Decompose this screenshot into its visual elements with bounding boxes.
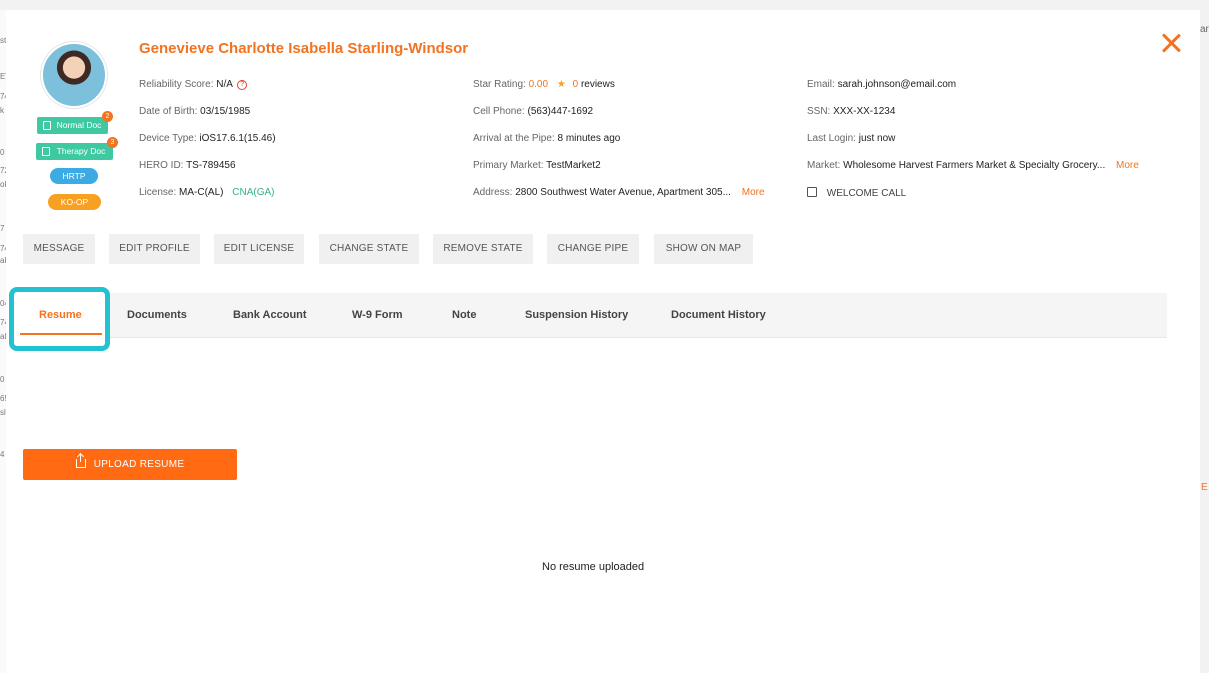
bg-fragment: sl xyxy=(0,408,6,417)
tab-document-history[interactable]: Document History xyxy=(671,293,766,338)
welcome-call[interactable]: WELCOME CALL xyxy=(807,187,906,199)
dob-value: 03/15/1985 xyxy=(200,106,251,117)
upload-icon xyxy=(75,454,86,468)
last-login: Last Login: just now xyxy=(807,133,895,144)
star-rating: Star Rating: 0.00 ★ 0 reviews xyxy=(473,79,615,90)
market: Market: Wholesome Harvest Farmers Market… xyxy=(807,160,1139,171)
reliability-value: N/A xyxy=(216,79,233,90)
koop-badge: KO-OP xyxy=(48,194,101,210)
address-more-link[interactable]: More xyxy=(742,187,765,198)
therapy-doc-label: Therapy Doc xyxy=(56,146,106,156)
tab-suspension-history[interactable]: Suspension History xyxy=(525,293,628,338)
tab-resume[interactable]: Resume xyxy=(39,293,82,338)
show-on-map-button[interactable]: SHOW ON MAP xyxy=(654,234,753,264)
dob-label: Date of Birth: xyxy=(139,106,198,117)
device-value: iOS17.6.1(15.46) xyxy=(199,133,276,144)
address-value: 2800 Southwest Water Avenue, Apartment 3… xyxy=(515,187,731,198)
primary-market: Primary Market: TestMarket2 xyxy=(473,160,601,171)
bg-fragment: 0 xyxy=(0,375,5,384)
empty-state-text: No resume uploaded xyxy=(542,561,645,573)
normal-doc-label: Normal Doc xyxy=(56,120,102,130)
ssn-label: SSN: xyxy=(807,106,831,117)
ssn-value: XXX-XX-1234 xyxy=(833,106,896,117)
reviews-label: reviews xyxy=(580,79,615,90)
market-more-link[interactable]: More xyxy=(1116,160,1139,171)
tab-note[interactable]: Note xyxy=(452,293,476,338)
upload-resume-button[interactable]: UPLOAD RESUME xyxy=(23,449,237,480)
bg-fragment: 7 xyxy=(0,224,5,233)
address-label: Address: xyxy=(473,187,513,198)
login-value: just now xyxy=(858,133,896,144)
message-button[interactable]: MESSAGE xyxy=(23,234,95,264)
profile-name: Genevieve Charlotte Isabella Starling-Wi… xyxy=(139,40,469,57)
hero-label: HERO ID: xyxy=(139,160,184,171)
remove-state-button[interactable]: REMOVE STATE xyxy=(433,234,533,264)
edit-profile-button[interactable]: EDIT PROFILE xyxy=(109,234,200,264)
tab-w9-form[interactable]: W-9 Form xyxy=(352,293,403,338)
market-value: Wholesome Harvest Farmers Market & Speci… xyxy=(843,160,1106,171)
normal-doc-badge[interactable]: Normal Doc 2 xyxy=(37,111,113,134)
email-value: sarah.johnson@email.com xyxy=(837,79,957,90)
cell-value: (563)447-1692 xyxy=(527,106,594,117)
address: Address: 2800 Southwest Water Avenue, Ap… xyxy=(473,187,765,198)
ssn: SSN: XXX-XX-1234 xyxy=(807,106,895,117)
login-label: Last Login: xyxy=(807,133,856,144)
cell-label: Cell Phone: xyxy=(473,106,525,117)
profile-modal: Normal Doc 2 Therapy Doc 3 HRTP KO-OP Ge… xyxy=(6,10,1200,673)
bg-fragment: 0 xyxy=(0,148,5,157)
arrival-at-pipe: Arrival at the Pipe: 8 minutes ago xyxy=(473,133,620,144)
rating-label: Star Rating: xyxy=(473,79,526,90)
help-icon[interactable]: ? xyxy=(237,80,248,90)
market-label: Market: xyxy=(807,160,841,171)
primary-market-value: TestMarket2 xyxy=(546,160,601,171)
bg-fragment: ar xyxy=(1200,24,1209,35)
tab-bank-account[interactable]: Bank Account xyxy=(233,293,307,338)
welcome-call-label: WELCOME CALL xyxy=(826,188,907,199)
active-tab-underline xyxy=(20,333,102,335)
license-extra: CNA(GA) xyxy=(232,187,275,198)
bg-fragment: 4 xyxy=(0,450,5,459)
tab-bar: Documents Bank Account W-9 Form Note Sus… xyxy=(20,293,1167,338)
reliability-label: Reliability Score: xyxy=(139,79,214,90)
primary-market-label: Primary Market: xyxy=(473,160,544,171)
bg-fragment: k xyxy=(0,106,4,115)
therapy-doc-badge[interactable]: Therapy Doc 3 xyxy=(36,137,118,160)
normal-doc-count: 2 xyxy=(102,111,113,122)
arrival-value: 8 minutes ago xyxy=(557,133,621,144)
reviews-count: 0 xyxy=(572,79,579,90)
avatar xyxy=(41,42,107,108)
hero-id: HERO ID: TS-789456 xyxy=(139,160,236,171)
hero-value: TS-789456 xyxy=(186,160,236,171)
rating-value: 0.00 xyxy=(528,79,549,90)
arrival-label: Arrival at the Pipe: xyxy=(473,133,555,144)
tab-documents[interactable]: Documents xyxy=(127,293,187,338)
device-label: Device Type: xyxy=(139,133,197,144)
device-type: Device Type: iOS17.6.1(15.46) xyxy=(139,133,276,144)
license-value: MA-C(AL) xyxy=(179,187,224,198)
close-icon[interactable] xyxy=(1158,30,1184,56)
bg-fragment: E xyxy=(1201,482,1208,493)
tab-resume-highlight: Resume xyxy=(9,287,110,351)
date-of-birth: Date of Birth: 03/15/1985 xyxy=(139,106,250,117)
welcome-call-checkbox[interactable] xyxy=(807,187,817,197)
reliability-score: Reliability Score: N/A ? xyxy=(139,79,248,90)
change-pipe-button[interactable]: CHANGE PIPE xyxy=(547,234,639,264)
email-label: Email: xyxy=(807,79,835,90)
edit-license-button[interactable]: EDIT LICENSE xyxy=(214,234,304,264)
email: Email: sarah.johnson@email.com xyxy=(807,79,956,90)
star-icon: ★ xyxy=(556,79,566,90)
therapy-doc-count: 3 xyxy=(107,137,118,148)
license-label: License: xyxy=(139,187,177,198)
document-icon xyxy=(43,121,51,130)
hrtp-badge: HRTP xyxy=(50,168,98,184)
change-state-button[interactable]: CHANGE STATE xyxy=(319,234,419,264)
upload-resume-label: UPLOAD RESUME xyxy=(93,459,185,470)
document-icon xyxy=(42,147,50,156)
cell-phone: Cell Phone: (563)447-1692 xyxy=(473,106,593,117)
license: License: MA-C(AL) CNA(GA) xyxy=(139,187,275,198)
